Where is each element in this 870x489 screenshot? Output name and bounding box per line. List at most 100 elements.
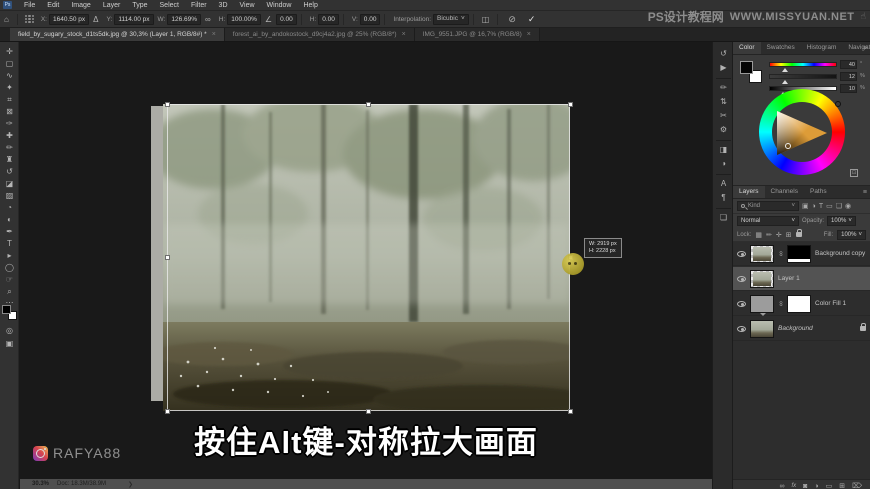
layer-name[interactable]: Background xyxy=(778,325,813,332)
paragraph-panel-icon[interactable]: ¶ xyxy=(713,192,734,204)
foreground-background-swatches[interactable] xyxy=(2,305,17,320)
layer-name[interactable]: Background copy xyxy=(815,250,865,257)
link-layers-icon[interactable]: ∞ xyxy=(779,483,784,489)
layer-name[interactable]: Color Fill 1 xyxy=(815,300,846,307)
transform-handle-top-center[interactable] xyxy=(366,102,371,107)
menu-file[interactable]: File xyxy=(18,0,41,11)
dodge-tool[interactable]: ◐ xyxy=(0,214,19,225)
blend-mode-select[interactable]: Normal ˅ xyxy=(737,216,799,226)
tab-paths[interactable]: Paths xyxy=(804,186,833,198)
clone-stamp-tool[interactable]: ♜ xyxy=(0,154,19,165)
filter-toggle-icon[interactable]: ◉ xyxy=(845,202,851,210)
panel-menu-icon[interactable]: ≡ xyxy=(863,189,867,196)
layer-mask-thumbnail[interactable] xyxy=(787,294,811,313)
interpolation-select[interactable]: Bicubic ˅ xyxy=(433,13,469,25)
x-input[interactable]: 1640.50 px xyxy=(49,13,90,25)
saturation-slider[interactable] xyxy=(769,73,837,84)
layer-thumbnail[interactable] xyxy=(750,244,774,263)
visibility-eye-icon[interactable] xyxy=(737,250,746,257)
cancel-transform-button[interactable]: ⊘ xyxy=(508,14,516,25)
new-group-icon[interactable]: ▭ xyxy=(826,482,833,489)
saturation-value[interactable]: 12 xyxy=(840,71,857,81)
layer-filter-select[interactable]: Kind ˅ xyxy=(737,201,799,211)
lock-transparency-icon[interactable]: ▦ xyxy=(755,231,762,239)
delete-layer-icon[interactable]: ⌦ xyxy=(852,482,862,489)
brushes-panel-icon[interactable]: ⇅ xyxy=(713,96,734,108)
lock-all-icon[interactable] xyxy=(795,229,802,237)
app-icon[interactable]: Ps xyxy=(3,1,12,9)
adjustment-layer-icon[interactable]: ◑ xyxy=(814,483,818,489)
actions-panel-icon[interactable]: ▶ xyxy=(713,62,734,74)
blur-tool[interactable]: ◔ xyxy=(0,202,19,213)
status-options-chevron[interactable]: ❯ xyxy=(128,481,133,488)
brush-settings-panel-icon[interactable]: ✏ xyxy=(713,82,734,94)
panel-menu-icon[interactable]: ≡ xyxy=(863,45,867,52)
filter-smart-objects-icon[interactable]: ❏ xyxy=(836,202,842,210)
layer-row-layer-1[interactable]: Layer 1 xyxy=(733,267,870,291)
transform-handle-top-left[interactable] xyxy=(165,102,170,107)
menu-help[interactable]: Help xyxy=(297,0,323,11)
visibility-eye-icon[interactable] xyxy=(737,300,746,307)
adjustments-panel-icon[interactable]: ◑ xyxy=(713,158,734,170)
hue-value[interactable]: 40 xyxy=(840,59,857,69)
close-icon[interactable]: × xyxy=(212,31,216,38)
tab-histogram[interactable]: Histogram xyxy=(801,42,843,54)
color-swatches[interactable] xyxy=(740,61,762,83)
width-input[interactable]: 126.69% xyxy=(167,13,202,25)
layer-thumbnail[interactable] xyxy=(750,319,774,338)
healing-brush-tool[interactable]: ✚ xyxy=(0,130,19,141)
close-icon[interactable]: × xyxy=(402,31,406,38)
document-tab-3[interactable]: IMG_9551.JPG @ 16,7% (RGB/8) × xyxy=(414,28,540,41)
reference-point-icon[interactable] xyxy=(24,14,34,24)
add-mask-icon[interactable]: ◙ xyxy=(803,483,807,489)
skew-v-input[interactable]: 0.00 xyxy=(359,13,381,25)
filter-pixel-layers-icon[interactable]: ▣ xyxy=(802,202,809,210)
screen-mode-icon[interactable]: ▣ xyxy=(0,338,19,349)
skew-h-input[interactable]: 0.00 xyxy=(318,13,339,25)
close-icon[interactable]: × xyxy=(527,31,531,38)
document-tab-2[interactable]: forest_ai_by_andokostock_d9cj4a2.jpg @ 2… xyxy=(224,28,415,41)
eyedropper-tool[interactable]: ✑ xyxy=(0,118,19,129)
opacity-input[interactable]: 100% ˅ xyxy=(827,216,856,226)
menu-select[interactable]: Select xyxy=(154,0,185,11)
fill-input[interactable]: 100% ˅ xyxy=(837,229,866,240)
crop-tool[interactable]: ⌗ xyxy=(0,94,19,105)
layer-row-background[interactable]: Background xyxy=(733,317,870,341)
zoom-level-field[interactable]: 30.3% xyxy=(32,481,49,487)
history-panel-icon[interactable]: ↺ xyxy=(713,48,734,60)
hue-ring-marker[interactable] xyxy=(835,101,841,107)
transform-handle-bottom-center[interactable] xyxy=(366,409,371,414)
commit-transform-button[interactable]: ✓ xyxy=(528,14,536,25)
filter-adjustment-layers-icon[interactable]: ◑ xyxy=(812,203,816,210)
layer-mask-thumbnail[interactable] xyxy=(787,244,811,263)
layer-thumbnail[interactable] xyxy=(750,269,774,288)
glyphs-panel-icon[interactable]: ✂ xyxy=(713,110,734,122)
eraser-tool[interactable]: ◪ xyxy=(0,178,19,189)
menu-image[interactable]: Image xyxy=(65,0,96,11)
history-brush-tool[interactable]: ↺ xyxy=(0,166,19,177)
menu-window[interactable]: Window xyxy=(261,0,298,11)
transform-handle-top-right[interactable] xyxy=(568,102,573,107)
hue-slider[interactable] xyxy=(769,61,837,72)
hand-tool[interactable]: ☞ xyxy=(0,274,19,285)
relative-position-icon[interactable]: Δ xyxy=(93,15,98,24)
transform-handle-bottom-right[interactable] xyxy=(568,409,573,414)
shape-tool[interactable]: ◯ xyxy=(0,262,19,273)
rotate-input[interactable]: 0.00 xyxy=(276,13,297,25)
gradient-tool[interactable]: ▨ xyxy=(0,190,19,201)
tab-layers[interactable]: Layers xyxy=(733,186,765,198)
layer-name[interactable]: Layer 1 xyxy=(778,275,800,282)
menu-edit[interactable]: Edit xyxy=(41,0,65,11)
libraries-panel-icon[interactable]: ❏ xyxy=(713,212,734,224)
brush-tool[interactable]: ✏ xyxy=(0,142,19,153)
tab-swatches[interactable]: Swatches xyxy=(761,42,801,54)
filter-type-layers-icon[interactable]: T xyxy=(819,203,823,210)
layer-thumbnail[interactable] xyxy=(750,294,774,316)
document-tab-1[interactable]: field_by_sugary_stock_d1ts5dk.jpg @ 30,3… xyxy=(10,28,225,41)
menu-view[interactable]: View xyxy=(234,0,261,11)
zoom-tool[interactable]: ⌕ xyxy=(0,286,19,297)
warp-mode-icon[interactable]: ◫ xyxy=(482,15,490,24)
lock-artboard-icon[interactable]: ⊞ xyxy=(786,231,792,239)
properties-panel-icon[interactable]: ⚙ xyxy=(713,124,734,136)
transform-bounding-box[interactable] xyxy=(167,104,570,411)
